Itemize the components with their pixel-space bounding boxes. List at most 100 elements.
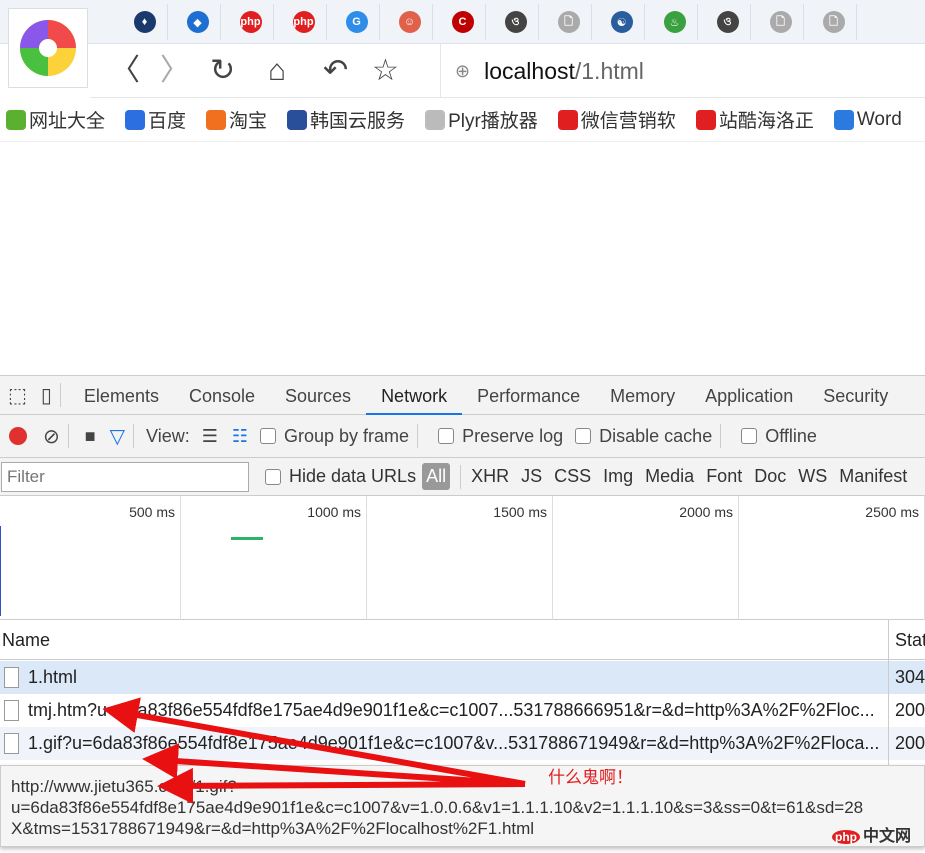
preserve-log-checkbox[interactable]: [438, 428, 455, 444]
status-column-header[interactable]: Stat: [895, 620, 925, 660]
request-name: tmj.htm?u=6da83f86e554fdf8e175ae4d9e901f…: [28, 700, 875, 720]
file-icon: [4, 667, 19, 688]
navigation-bar: 〈 〉 ↻ ⌂ ↶ ☆ ⊕ localhost/1.html: [90, 44, 925, 98]
tab[interactable]: 🗋: [546, 4, 592, 40]
watermark-badge: php: [832, 830, 860, 844]
url-tooltip: http://www.jietu365.com/1.gif? u=6da83f8…: [0, 765, 925, 847]
group-by-frame-checkbox[interactable]: [260, 428, 277, 444]
tab[interactable]: ♨: [652, 4, 698, 40]
filter-input[interactable]: [1, 461, 249, 492]
tab[interactable]: G: [334, 4, 380, 40]
tab-memory[interactable]: Memory: [595, 376, 690, 415]
bookmark-icon: [125, 109, 146, 130]
home-icon[interactable]: ⌂: [268, 54, 286, 88]
tab-application[interactable]: Application: [690, 376, 808, 415]
tab-security[interactable]: Security: [808, 376, 903, 415]
star-icon[interactable]: ☆: [372, 54, 399, 88]
tab[interactable]: ☯: [599, 4, 645, 40]
tab-performance[interactable]: Performance: [462, 376, 595, 415]
app-icon: ☯: [610, 11, 633, 33]
filter-icon[interactable]: ▽: [110, 424, 125, 449]
tab[interactable]: ☺: [387, 4, 433, 40]
grid-line: [738, 496, 739, 620]
browser-logo[interactable]: [8, 8, 88, 88]
tab[interactable]: ও: [705, 4, 751, 40]
bookmark-item[interactable]: Plyr播放器: [425, 106, 538, 133]
back-icon[interactable]: 〈: [110, 54, 140, 88]
filter-type-doc[interactable]: Doc: [754, 466, 786, 487]
bookmark-icon: [833, 109, 854, 130]
bookmark-icon: [425, 109, 446, 130]
disable-cache-label: Disable cache: [599, 425, 713, 446]
table-row[interactable]: tmj.htm?u=6da83f86e554fdf8e175ae4d9e901f…: [0, 694, 925, 727]
record-icon[interactable]: [9, 427, 27, 445]
requests-table-header: Name Stat: [0, 620, 925, 660]
timeline-overview[interactable]: 500 ms 1000 ms 1500 ms 2000 ms 2500 ms: [0, 496, 925, 620]
green-icon: ♨: [663, 11, 686, 33]
bookmark-label: Plyr播放器: [448, 111, 538, 132]
bookmark-label: 韩国云服务: [310, 111, 406, 132]
bookmark-label: 淘宝: [229, 111, 268, 132]
large-rows-icon[interactable]: ☰: [202, 426, 218, 447]
tab-elements[interactable]: Elements: [69, 376, 174, 415]
hide-data-urls-label: Hide data URLs: [289, 466, 417, 486]
camera-icon[interactable]: ■: [85, 426, 96, 447]
filter-type-xhr[interactable]: XHR: [471, 466, 509, 487]
tab[interactable]: php: [281, 4, 327, 40]
table-row[interactable]: 1.html 304: [0, 661, 925, 694]
bookmark-item[interactable]: 韩国云服务: [287, 106, 405, 133]
table-row[interactable]: 1.gif?u=6da83f86e554fdf8e175ae4d9e901f1e…: [0, 727, 925, 760]
disable-cache-checkbox[interactable]: [575, 428, 592, 444]
reload-icon[interactable]: ↻: [210, 54, 235, 88]
request-status: 200: [895, 700, 925, 720]
bookmark-item[interactable]: Word: [833, 109, 902, 131]
hide-data-urls-checkbox[interactable]: [265, 468, 281, 485]
tab[interactable]: ◆: [175, 4, 221, 40]
filter-type-ws[interactable]: WS: [798, 466, 827, 487]
circle-icon: ☺: [398, 11, 421, 33]
name-column-header[interactable]: Name: [2, 630, 50, 650]
filter-type-css[interactable]: CSS: [554, 466, 591, 487]
bookmark-item[interactable]: 站酷海洛正: [695, 106, 814, 133]
tab[interactable]: 🗋: [758, 4, 804, 40]
undo-icon[interactable]: ↶: [323, 54, 348, 88]
tab[interactable]: C: [440, 4, 486, 40]
filter-type-manifest[interactable]: Manifest: [839, 466, 907, 487]
tab[interactable]: 🗋: [811, 4, 857, 40]
bookmark-item[interactable]: 网址大全: [6, 106, 105, 133]
address-bar[interactable]: ⊕ localhost/1.html: [440, 44, 925, 98]
tab-network[interactable]: Network: [366, 376, 463, 415]
waterfall-icon[interactable]: ☷: [232, 426, 248, 447]
tab[interactable]: ও: [493, 4, 539, 40]
grid-line: [552, 496, 553, 620]
group-by-frame-label: Group by frame: [284, 425, 410, 446]
bookmark-label: 站酷海洛正: [718, 111, 814, 132]
bookmark-label: 微信营销软: [580, 111, 676, 132]
filter-type-font[interactable]: Font: [706, 466, 742, 487]
bookmark-item[interactable]: 百度: [125, 106, 186, 133]
forward-icon[interactable]: 〉: [160, 54, 190, 88]
timeline-tick: 500 ms: [129, 504, 175, 520]
filter-type-all[interactable]: All: [422, 463, 451, 490]
offline-checkbox[interactable]: [741, 428, 758, 444]
page-icon: 🗋: [769, 11, 792, 33]
clear-icon[interactable]: ⊘: [43, 424, 60, 449]
tab[interactable]: php: [228, 4, 274, 40]
bookmark-item[interactable]: 淘宝: [206, 106, 267, 133]
filter-type-js[interactable]: JS: [521, 466, 542, 487]
inspect-icon[interactable]: ⬚: [8, 383, 27, 408]
g-icon: G: [345, 11, 368, 33]
timeline-tick: 2500 ms: [865, 504, 919, 520]
tooltip-line: X&tms=1531788671949&r=&d=http%3A%2F%2Flo…: [11, 819, 535, 838]
request-name: 1.gif?u=6da83f86e554fdf8e175ae4d9e901f1e…: [28, 733, 880, 753]
tab-sources[interactable]: Sources: [270, 376, 366, 415]
tab-console[interactable]: Console: [174, 376, 270, 415]
tab[interactable]: ♦: [122, 4, 168, 40]
bookmark-item[interactable]: 微信营销软: [557, 106, 676, 133]
filter-type-media[interactable]: Media: [645, 466, 694, 487]
filter-type-img[interactable]: Img: [603, 466, 633, 487]
bookmark-icon: [557, 109, 578, 130]
watermark: php 中文网: [832, 822, 911, 846]
shield-icon: ⊕: [455, 60, 471, 81]
device-icon[interactable]: ▯: [41, 383, 52, 408]
